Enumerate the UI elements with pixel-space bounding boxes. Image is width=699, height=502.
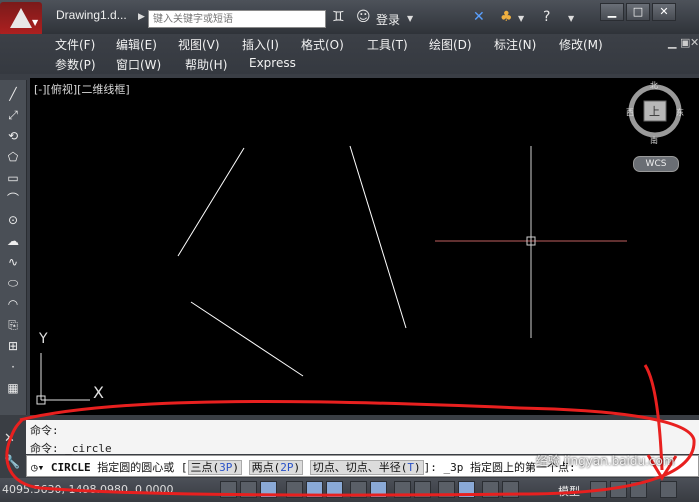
watermark: 经验 jingyan.baidu.com: [536, 454, 675, 468]
red-circle-annotation: [5, 399, 696, 497]
red-annotation: [5, 364, 696, 497]
